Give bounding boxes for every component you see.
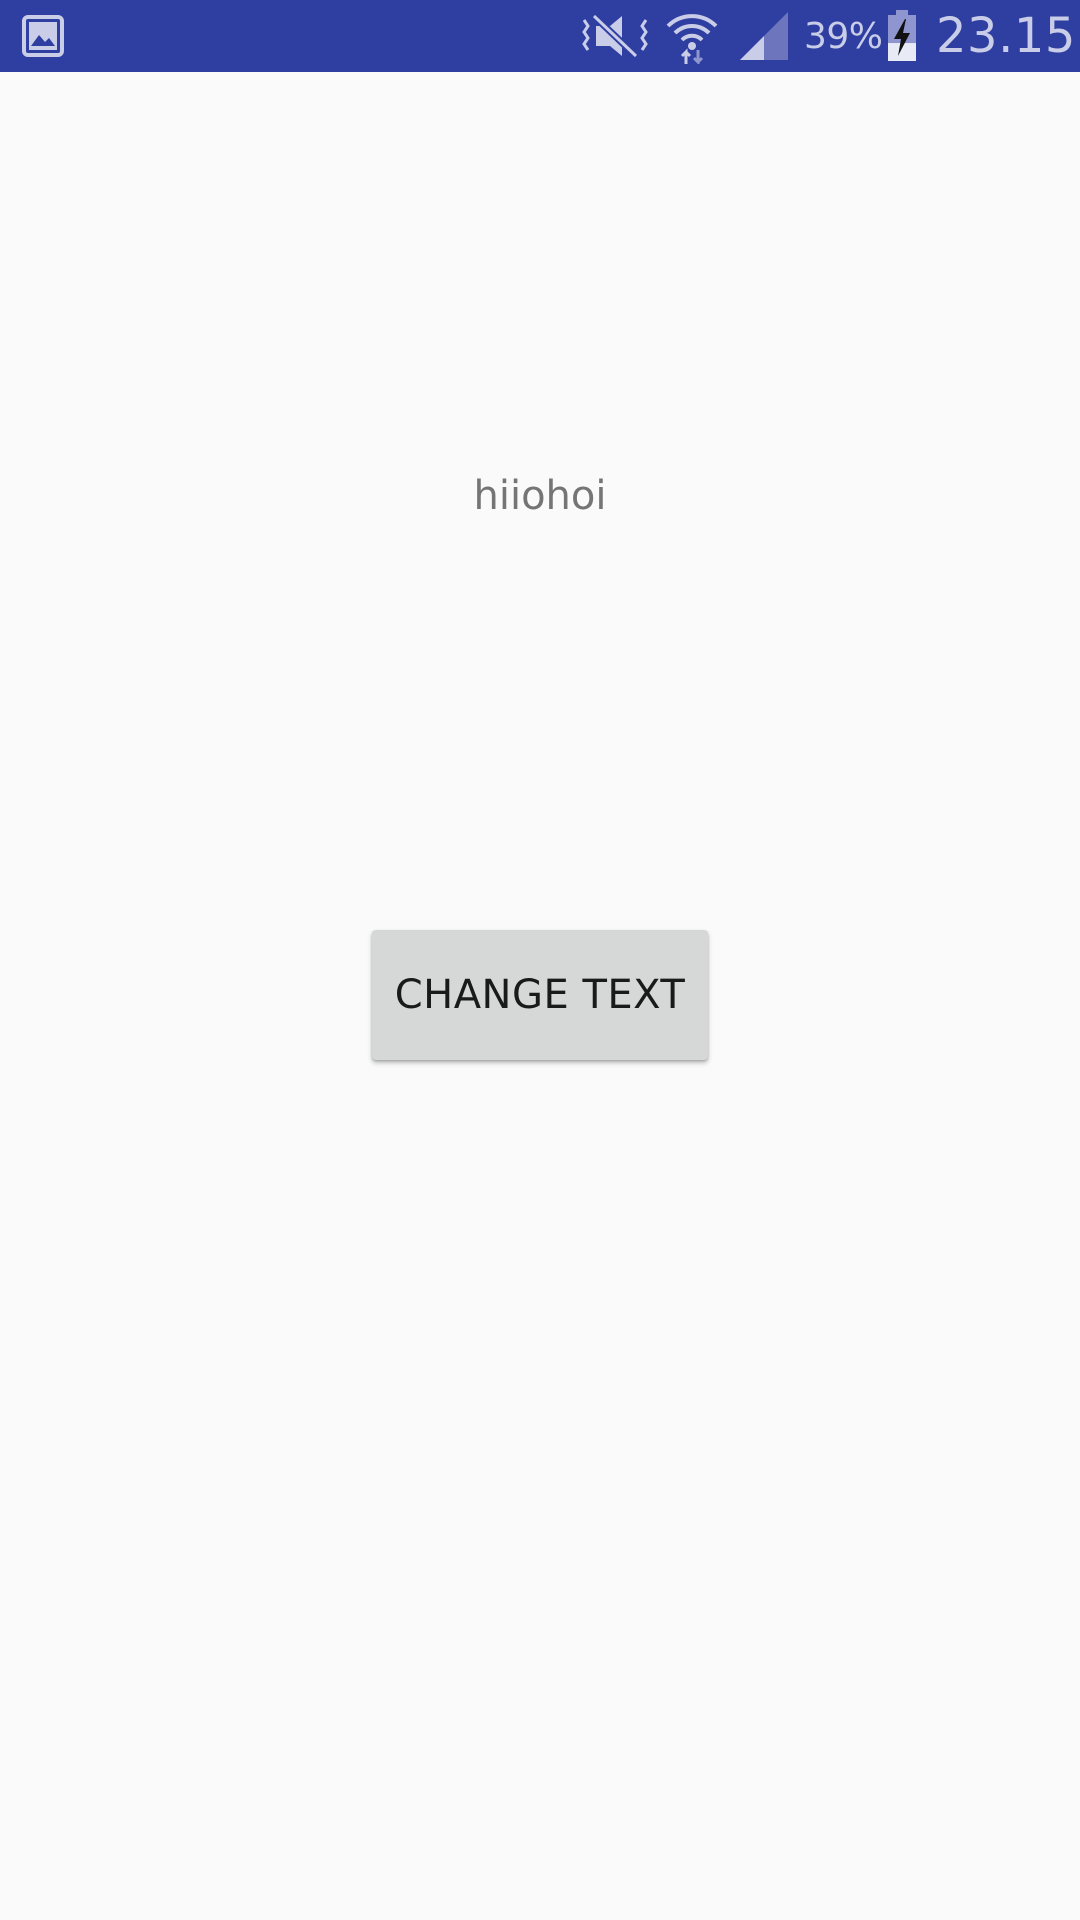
status-bar: 39% 23.15 — [0, 0, 1080, 72]
main-content: hiiohoi CHANGE TEXT — [0, 72, 1080, 1920]
gallery-icon — [22, 0, 64, 72]
wifi-icon — [664, 0, 720, 72]
cell-signal-icon — [738, 0, 790, 72]
vibrate-off-icon — [578, 0, 652, 72]
message-text: hiiohoi — [473, 473, 607, 519]
clock: 23.15 — [936, 8, 1076, 64]
change-text-button[interactable]: CHANGE TEXT — [372, 930, 708, 1060]
battery-charging-icon — [886, 0, 918, 72]
battery-percent: 39% — [804, 15, 883, 57]
